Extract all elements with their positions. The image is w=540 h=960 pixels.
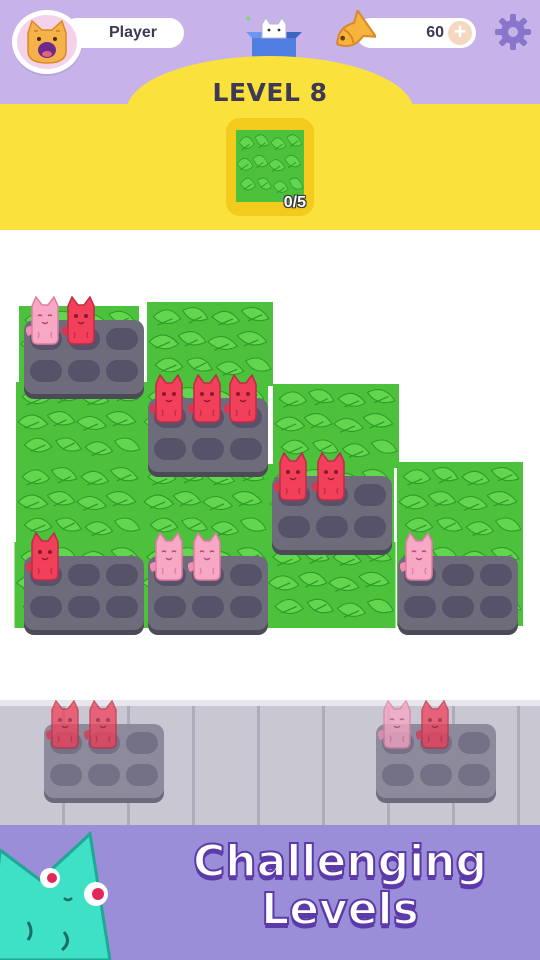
game-board xyxy=(0,230,540,700)
red-cat[interactable] xyxy=(46,700,84,750)
slot xyxy=(382,764,414,786)
red-cat[interactable] xyxy=(62,296,100,346)
red-cat[interactable] xyxy=(274,452,312,502)
slot xyxy=(106,564,138,586)
slot xyxy=(126,732,158,754)
fish-coin-icon xyxy=(336,10,376,47)
slot xyxy=(68,596,100,618)
slot xyxy=(106,596,138,618)
slot xyxy=(230,596,262,618)
slot xyxy=(230,564,262,586)
slot xyxy=(404,596,436,618)
slot xyxy=(50,764,82,786)
goal-tile: 0/5 xyxy=(226,118,314,216)
slot xyxy=(192,438,224,460)
pink-cat[interactable] xyxy=(188,532,226,582)
slot xyxy=(230,438,262,460)
pink-cat[interactable] xyxy=(150,532,188,582)
settings-gear-icon[interactable] xyxy=(494,13,532,51)
svg-text:✦: ✦ xyxy=(298,34,306,45)
red-cat[interactable] xyxy=(26,532,64,582)
red-cat[interactable] xyxy=(312,452,350,502)
slot xyxy=(154,596,186,618)
player-avatar[interactable] xyxy=(12,10,82,74)
slot xyxy=(480,596,512,618)
slot xyxy=(354,516,386,538)
level-title: LEVEL 8 xyxy=(212,78,328,107)
player-name: Player xyxy=(108,24,158,41)
red-cat[interactable] xyxy=(224,374,262,424)
slot xyxy=(88,764,120,786)
slot xyxy=(126,764,158,786)
red-cat[interactable] xyxy=(188,374,226,424)
teal-cat-mascot-icon xyxy=(0,831,112,960)
slot xyxy=(442,564,474,586)
red-cat[interactable] xyxy=(84,700,122,750)
slot xyxy=(68,564,100,586)
pink-cat[interactable] xyxy=(400,532,438,582)
pink-cat[interactable] xyxy=(378,700,416,750)
promo-line-2: Levels xyxy=(260,884,420,935)
red-cat[interactable] xyxy=(416,700,454,750)
slot xyxy=(278,516,310,538)
slot xyxy=(420,764,452,786)
slot xyxy=(442,596,474,618)
slot xyxy=(458,764,490,786)
slot xyxy=(480,564,512,586)
slot xyxy=(154,438,186,460)
bush-tile[interactable] xyxy=(14,382,144,466)
slot xyxy=(316,516,348,538)
bush-tile[interactable] xyxy=(266,542,396,628)
slot xyxy=(458,732,490,754)
cat-face-icon xyxy=(27,19,67,64)
svg-text:✦: ✦ xyxy=(244,14,252,25)
slot xyxy=(106,360,138,382)
goal-progress: 0/5 xyxy=(283,194,306,211)
coin-count: 60 xyxy=(426,24,444,41)
red-cat[interactable] xyxy=(150,374,188,424)
promo-headline: Challenging Levels xyxy=(160,836,520,935)
slot xyxy=(68,360,100,382)
slot xyxy=(354,484,386,506)
slot xyxy=(192,596,224,618)
slot xyxy=(30,596,62,618)
slot xyxy=(30,360,62,382)
pink-cat[interactable] xyxy=(26,296,64,346)
slot xyxy=(106,328,138,350)
add-coins-button[interactable]: + xyxy=(448,21,472,45)
promo-line-1: Challenging xyxy=(192,836,488,887)
